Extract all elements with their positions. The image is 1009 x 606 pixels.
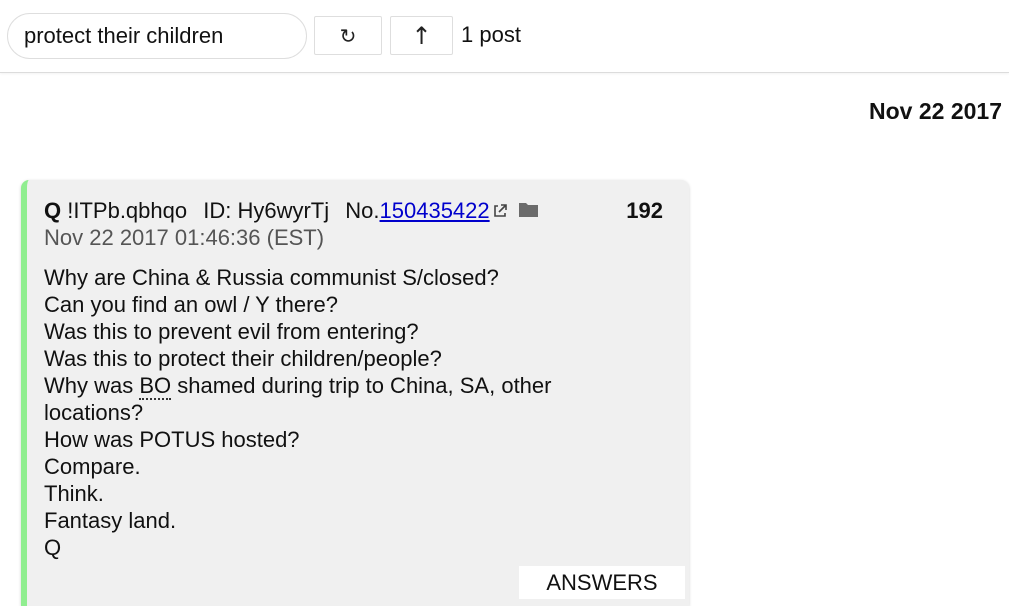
answers-button[interactable]: ANSWERS — [519, 566, 685, 599]
post-body: Why are China & Russia communist S/close… — [44, 264, 644, 561]
external-link-icon[interactable] — [492, 203, 508, 219]
post-line: Think. — [44, 481, 104, 506]
refresh-icon: ↻ — [339, 23, 357, 48]
post-signature: Q — [44, 535, 62, 560]
refresh-button[interactable]: ↻ — [314, 16, 382, 55]
post-timestamp: Nov 22 2017 01:46:36 (EST) — [44, 225, 325, 250]
post-line: Was this to protect their children/peopl… — [44, 346, 442, 371]
arrow-up-icon: ↑ — [411, 21, 432, 50]
post-line-text: Why was — [44, 373, 140, 398]
scroll-up-button[interactable]: ↑ — [390, 16, 453, 55]
post-count: 1 post — [461, 22, 521, 47]
post-line: Was this to prevent evil from entering? — [44, 319, 419, 344]
top-toolbar: ↻ ↑ 1 post — [0, 0, 1009, 73]
post-card: Q !ITPb.qbhqo ID: Hy6wyrTj No.150435422 … — [21, 180, 689, 606]
post-line: locations? — [44, 400, 144, 425]
post-line: Fantasy land. — [44, 508, 177, 533]
abbreviation-tooltip[interactable]: BO — [139, 373, 172, 400]
post-number-link[interactable]: 150435422 — [380, 198, 490, 223]
post-sequence-number: 192 — [626, 198, 663, 223]
post-author: Q — [44, 198, 62, 223]
folder-icon[interactable] — [518, 201, 539, 218]
date-heading: Nov 22 2017 — [869, 98, 1002, 124]
post-line: Can you find an owl / Y there? — [44, 292, 338, 317]
post-line: Why are China & Russia communist S/close… — [44, 265, 499, 290]
post-no-label: No. — [345, 198, 380, 223]
post-user-id: ID: Hy6wyrTj — [203, 198, 330, 223]
post-header: Q !ITPb.qbhqo ID: Hy6wyrTj No.150435422 — [44, 197, 539, 224]
post-line: Why was BO shamed during trip to China, … — [44, 372, 644, 400]
post-line: Compare. — [44, 454, 141, 479]
post-line-text: shamed during trip to China, SA, other — [171, 373, 552, 398]
search-input[interactable] — [7, 13, 307, 59]
post-tripcode: !ITPb.qbhqo — [67, 198, 188, 223]
post-line: How was POTUS hosted? — [44, 427, 300, 452]
